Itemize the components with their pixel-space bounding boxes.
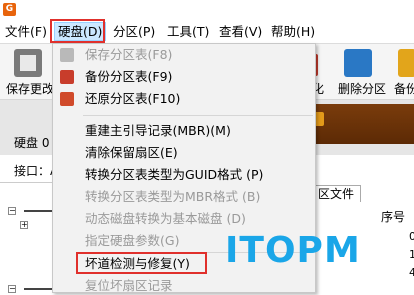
tab-files[interactable]: 区文件	[311, 185, 362, 202]
menu-item-convert-to-mbr[interactable]: 转换分区表类型为MBR格式 (B)	[53, 186, 315, 208]
row-index: 0	[409, 230, 414, 243]
menu-item-label: 还原分区表(F10)	[85, 91, 181, 106]
backup-icon[interactable]	[398, 49, 414, 77]
restore-icon	[60, 92, 74, 106]
delete-partition-button[interactable]: 删除分区	[338, 80, 386, 97]
expand-icon[interactable]: +	[20, 221, 28, 229]
delete-partition-icon[interactable]	[344, 49, 372, 77]
menu-item-label: 重建主引导记录(MBR)(M)	[85, 123, 231, 138]
menu-item-label: 转换分区表类型为GUID格式 (P)	[85, 167, 264, 182]
menu-item-label: 备份分区表(F9)	[85, 69, 173, 84]
menu-item-save-partition-table[interactable]: 保存分区表(F8)	[53, 44, 315, 66]
save-changes-icon[interactable]	[14, 49, 42, 77]
column-header-index[interactable]: 序号	[381, 208, 405, 225]
title-bar: G	[0, 0, 414, 20]
expand-icon[interactable]: −	[8, 207, 16, 215]
menu-view[interactable]: 查看(V)	[216, 23, 265, 40]
menu-partition[interactable]: 分区(P)	[110, 23, 158, 40]
menu-item-restore-partition-table[interactable]: 还原分区表(F10)	[53, 88, 315, 110]
menu-separator	[83, 115, 313, 116]
menu-file[interactable]: 文件(F)	[2, 23, 50, 40]
menu-item-label: 转换分区表类型为MBR格式 (B)	[85, 189, 261, 204]
disk-partition-bar[interactable]	[308, 104, 414, 144]
menu-item-dynamic-to-basic[interactable]: 动态磁盘转换为基本磁盘 (D)	[53, 208, 315, 230]
menu-item-label: 动态磁盘转换为基本磁盘 (D)	[85, 211, 246, 226]
menu-item-label: 清除保留扇区(E)	[85, 145, 178, 160]
row-index: 4	[409, 266, 414, 279]
save-changes-button[interactable]: 保存更改	[6, 80, 54, 97]
watermark-logo: ITOPM	[225, 230, 361, 271]
menu-item-label: 保存分区表(F8)	[85, 47, 173, 62]
menu-item-convert-to-guid[interactable]: 转换分区表类型为GUID格式 (P)	[53, 164, 315, 186]
menu-tools[interactable]: 工具(T)	[164, 23, 212, 40]
app-icon: G	[3, 3, 16, 16]
menu-item-rebuild-mbr[interactable]: 重建主引导记录(MBR)(M)	[53, 120, 315, 142]
backup-icon	[60, 70, 74, 84]
save-icon	[60, 48, 74, 62]
backup-button[interactable]: 备份	[394, 80, 414, 97]
row-index: 1	[409, 248, 414, 261]
expand-icon[interactable]: −	[8, 285, 16, 293]
menu-item-reset-bad-sectors[interactable]: 复位坏扇区记录	[53, 275, 315, 292]
menu-item-clear-reserved-sectors[interactable]: 清除保留扇区(E)	[53, 142, 315, 164]
menu-disk-highlight-box	[50, 19, 105, 43]
menu-item-label: 指定硬盘参数(G)	[85, 233, 180, 248]
menu-help[interactable]: 帮助(H)	[268, 23, 318, 40]
disk-label: 硬盘 0	[14, 136, 50, 150]
bad-sector-highlight-box	[76, 252, 207, 274]
menu-item-backup-partition-table[interactable]: 备份分区表(F9)	[53, 66, 315, 88]
